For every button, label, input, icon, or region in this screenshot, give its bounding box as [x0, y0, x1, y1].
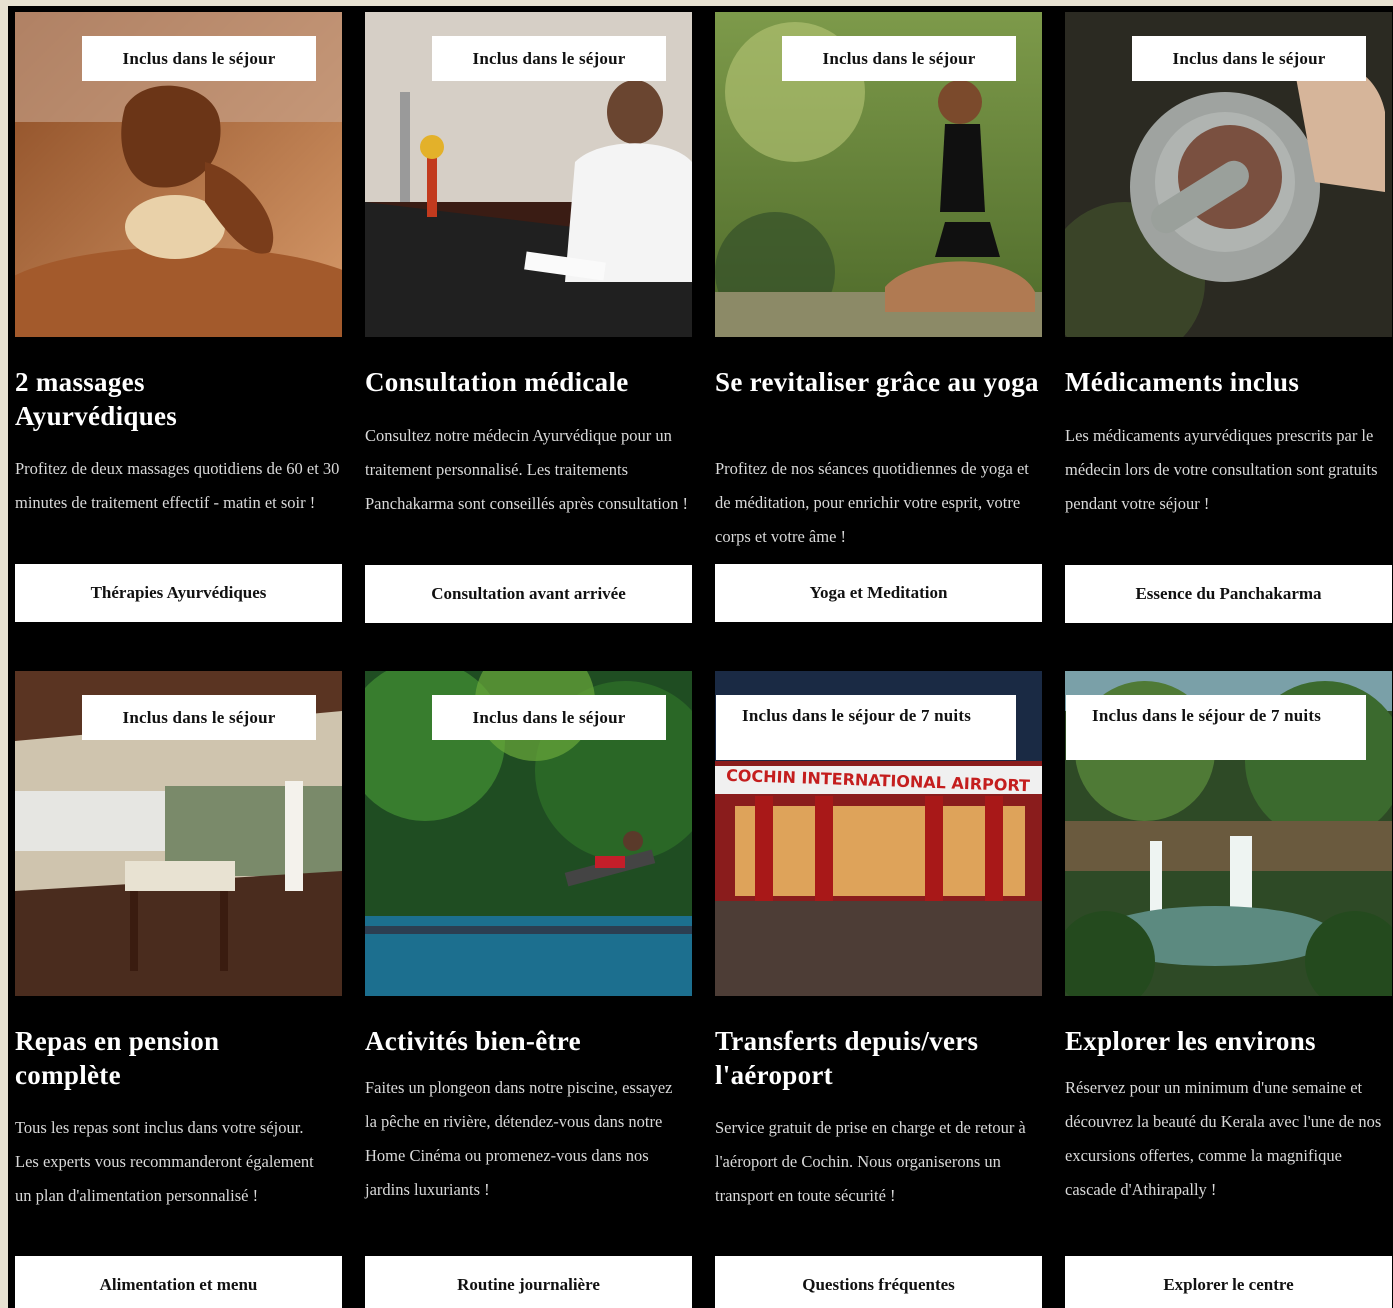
included-badge: Inclus dans le séjour	[82, 695, 316, 740]
included-badge: Inclus dans le séjour	[432, 36, 666, 81]
card-massages: Inclus dans le séjour 2 massages Ayurvéd…	[15, 12, 342, 622]
card-title: Se revitaliser grâce au yoga	[715, 367, 1039, 397]
card-title: Explorer les environs	[1065, 1026, 1316, 1056]
card-explore: Inclus dans le séjour de 7 nuits Explore…	[1065, 671, 1392, 1308]
card-wellness: Inclus dans le séjour Activités bien-êtr…	[365, 671, 692, 1308]
card-meals: Inclus dans le séjour Repas en pension c…	[15, 671, 342, 1308]
ayurvedic-therapies-button[interactable]: Thérapies Ayurvédiques	[15, 564, 342, 622]
faq-button[interactable]: Questions fréquentes	[715, 1256, 1042, 1308]
card-yoga: Inclus dans le séjour Se revitaliser grâ…	[715, 12, 1042, 622]
card-description: Faites un plongeon dans notre piscine, e…	[365, 1078, 673, 1199]
card-description: Profitez de deux massages quotidiens de …	[15, 459, 340, 512]
food-menu-button[interactable]: Alimentation et menu	[15, 1256, 342, 1308]
card-description: Consultez notre médecin Ayurvédique pour…	[365, 426, 689, 513]
included-badge: Inclus dans le séjour de 7 nuits	[1066, 695, 1366, 760]
included-badge: Inclus dans le séjour de 7 nuits	[716, 695, 1016, 760]
card-title: Repas en pension complète	[15, 1026, 220, 1090]
included-badge: Inclus dans le séjour	[432, 695, 666, 740]
pre-arrival-consultation-button[interactable]: Consultation avant arrivée	[365, 565, 692, 623]
daily-routine-button[interactable]: Routine journalière	[365, 1256, 692, 1308]
card-description: Service gratuit de prise en charge et de…	[715, 1118, 1026, 1205]
card-title: 2 massages Ayurvédiques	[15, 367, 178, 431]
included-badge: Inclus dans le séjour	[1132, 36, 1366, 81]
card-description: Profitez de nos séances quotidiennes de …	[715, 459, 1029, 546]
card-title: Activités bien-être	[365, 1026, 581, 1056]
panchakarma-button[interactable]: Essence du Panchakarma	[1065, 565, 1392, 623]
card-title: Médicaments inclus	[1065, 367, 1300, 397]
card-description: Réservez pour un minimum d'une semaine e…	[1065, 1078, 1382, 1199]
card-description: Tous les repas sont inclus dans votre sé…	[15, 1118, 314, 1205]
card-airport: COCHIN INTERNATIONAL AIRPORT Inclus dans…	[715, 671, 1042, 1308]
included-badge: Inclus dans le séjour	[782, 36, 1016, 81]
explore-centre-button[interactable]: Explorer le centre	[1065, 1256, 1392, 1308]
card-medicine: Inclus dans le séjour Médicaments inclus…	[1065, 12, 1392, 624]
yoga-meditation-button[interactable]: Yoga et Meditation	[715, 564, 1042, 622]
card-consultation: Inclus dans le séjour Consultation médic…	[365, 12, 692, 624]
card-title: Transferts depuis/vers l'aéroport	[715, 1026, 979, 1090]
card-description: Les médicaments ayurvédiques prescrits p…	[1065, 426, 1378, 513]
services-grid: Inclus dans le séjour 2 massages Ayurvéd…	[8, 6, 1393, 1308]
included-badge: Inclus dans le séjour	[82, 36, 316, 81]
card-title: Consultation médicale	[365, 367, 629, 397]
